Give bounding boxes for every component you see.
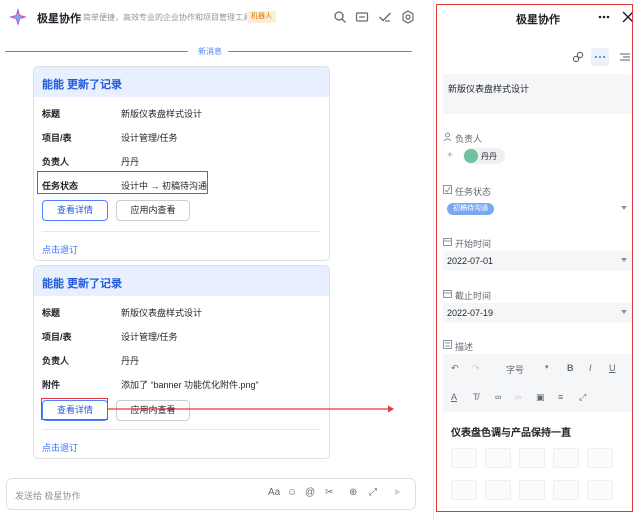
field-key: 标题 <box>42 109 61 119</box>
field-value: 丹丹 <box>121 157 140 167</box>
field-key: 项目/表 <box>42 133 72 143</box>
field-key: 附件 <box>42 380 61 390</box>
scissors-icon[interactable]: ✂ <box>325 487 333 498</box>
view-in-app-button[interactable]: 应用内查看 <box>116 200 190 221</box>
unsubscribe-link[interactable]: 点击退订 <box>42 441 78 454</box>
message-input[interactable]: 发送给 极星协作 <box>15 489 81 502</box>
field-value: 设计管理/任务 <box>121 133 178 143</box>
card-divider <box>42 231 321 232</box>
search-icon[interactable] <box>333 10 347 24</box>
app-logo-icon <box>9 8 27 26</box>
chat-title: 极星协作 <box>37 13 81 25</box>
unsubscribe-link[interactable]: 点击退订 <box>42 243 78 256</box>
field-value: 设计管理/任务 <box>121 332 178 342</box>
text-format-icon[interactable]: Aa <box>268 487 280 498</box>
app-description: 简单便捷，高效专业的企业协作和项目管理工具 <box>83 13 251 22</box>
card-title: 能能 更新了记录 <box>34 67 329 97</box>
annotation-arrow-icon <box>108 405 394 413</box>
chat-box-icon[interactable] <box>355 10 369 24</box>
update-card: 能能 更新了记录 标题 新版仪表盘样式设计 项目/表 设计管理/任务 负责人 丹… <box>33 66 330 261</box>
chat-header: 极星协作 简单便捷，高效专业的企业协作和项目管理工具 机器人 <box>0 0 425 36</box>
new-messages-label: 新消息 <box>198 47 222 56</box>
mention-icon[interactable]: @ <box>305 487 315 498</box>
field-key: 负责人 <box>42 356 70 366</box>
update-card: 能能 更新了记录 标题 新版仪表盘样式设计 项目/表 设计管理/任务 负责人 丹… <box>33 265 330 459</box>
field-key: 项目/表 <box>42 332 72 342</box>
field-value: 丹丹 <box>121 356 140 366</box>
details-button-highlight-box <box>41 398 108 420</box>
chat-area: 极星协作 简单便捷，高效专业的企业协作和项目管理工具 机器人 新消息 能能 更新… <box>0 0 425 521</box>
expand-icon[interactable]: ⤢ <box>369 487 377 498</box>
plus-icon[interactable]: ⊕ <box>349 487 357 498</box>
emoji-icon[interactable]: ☺ <box>287 487 297 498</box>
panel-highlight-box <box>436 4 633 512</box>
view-details-button[interactable]: 查看详情 <box>42 200 108 221</box>
status-highlight-box <box>37 171 208 194</box>
field-key: 标题 <box>42 308 61 318</box>
bot-badge: 机器人 <box>247 11 276 23</box>
new-messages-divider-right <box>228 51 412 52</box>
field-key: 负责人 <box>42 157 70 167</box>
new-messages-divider-left <box>5 51 188 52</box>
card-title: 能能 更新了记录 <box>34 266 329 296</box>
settings-icon[interactable] <box>401 10 415 24</box>
field-value: 新版仪表盘样式设计 <box>121 109 203 119</box>
field-value: 新版仪表盘样式设计 <box>121 308 203 318</box>
check-icon[interactable] <box>378 10 392 24</box>
field-value: 添加了 “banner 功能优化附件.png” <box>121 380 259 390</box>
send-icon[interactable]: ➤ <box>393 487 401 498</box>
card-divider <box>42 429 321 430</box>
message-composer[interactable]: 发送给 极星协作 Aa ☺ @ ✂ ⊕ ⤢ ➤ <box>6 478 416 510</box>
